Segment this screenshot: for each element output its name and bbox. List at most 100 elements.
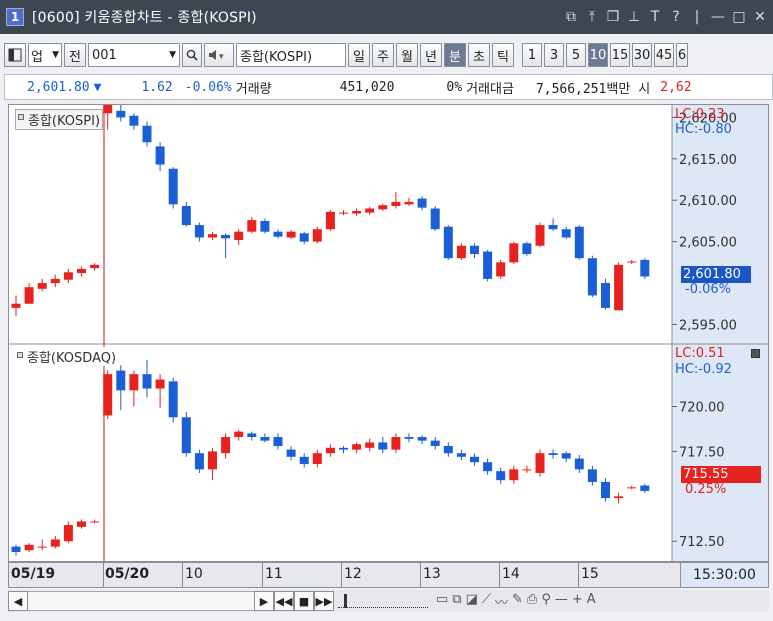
kosdaq-candle-body (77, 521, 86, 527)
kosdaq-candle-body (312, 453, 322, 464)
stock-name-field: 종합(KOSPI) (236, 43, 346, 67)
window-controls: ⧉ ⤒ ❐ ⊥ T ? | — □ ✕ (564, 0, 767, 34)
wave-icon[interactable]: 〰 (495, 592, 508, 611)
kospi-candle-body (299, 233, 309, 242)
kospi-tick-label: 2,595.00 (679, 318, 737, 333)
time-label-14: 14 (502, 566, 520, 582)
kospi-pane-title-text: 종합(KOSPI) (28, 114, 101, 129)
scroll-left-button[interactable]: ◀ (8, 591, 28, 611)
kospi-candle-body (129, 115, 139, 126)
area-chart-icon[interactable]: ◪ (466, 592, 478, 611)
down-arrow-icon: ▼ (93, 79, 102, 95)
chart-area[interactable]: 2,620.00 2,615.00 2,610.00 2,605.00 2,595.00… (8, 104, 769, 562)
print-icon[interactable]: ⎙ (527, 592, 537, 611)
kospi-candle-body (286, 231, 296, 238)
market-select[interactable]: 업 ▼ (28, 43, 62, 67)
kospi-candle-body (11, 303, 21, 308)
kosdaq-candle-body (37, 546, 47, 548)
price-change-pct: -0.06% (184, 79, 232, 95)
interval-45[interactable]: 45 (654, 43, 674, 67)
interval-1[interactable]: 1 (522, 43, 542, 67)
help-icon[interactable]: ? (669, 9, 683, 25)
code-input[interactable]: 001 ▼ (88, 43, 180, 67)
market-all-button[interactable]: 전 (64, 43, 86, 67)
interval-10[interactable]: 10 (588, 43, 608, 67)
speed-slider-handle[interactable] (344, 594, 347, 608)
pin-top-icon[interactable]: ⤒ (585, 9, 599, 25)
interval-5[interactable]: 5 (566, 43, 586, 67)
kosdaq-candle-body (194, 453, 204, 470)
kospi-candle-body (90, 264, 100, 269)
play-button[interactable]: ▶ (254, 591, 274, 611)
open-label: 시 (638, 81, 651, 97)
period-day[interactable]: 일 (348, 43, 370, 67)
kosdaq-candle-body (404, 437, 414, 439)
kospi-candle-body (194, 225, 204, 238)
chart-menu-icon[interactable] (4, 43, 26, 67)
speed-slider[interactable] (338, 594, 428, 608)
kosdaq-last-pct: 0.25% (685, 482, 727, 497)
period-second[interactable]: 초 (468, 43, 490, 67)
pin-icon[interactable]: ⊥ (627, 9, 641, 25)
kosdaq-candle-body (614, 496, 624, 499)
close-button[interactable]: ✕ (753, 9, 767, 25)
search-icon[interactable] (182, 43, 202, 67)
kospi-hc: HC:-0.80 (675, 122, 732, 137)
kospi-candle-body (561, 229, 571, 238)
interval-6[interactable]: 6 (676, 43, 688, 67)
kospi-candle-body (339, 212, 348, 214)
pane-close-icon[interactable] (751, 349, 760, 358)
kosdaq-candle-body (50, 539, 60, 547)
kospi-candle-body (247, 220, 257, 232)
chevron-down-icon: ▼ (52, 50, 59, 60)
font-size-icon[interactable]: T (648, 9, 662, 25)
interval-15[interactable]: 15 (610, 43, 630, 67)
kospi-candle-body (24, 287, 34, 304)
scroll-track[interactable] (28, 591, 254, 611)
kospi-candle-body (640, 259, 650, 277)
stop-button[interactable]: ■ (294, 591, 314, 611)
kosdaq-candle-body (208, 451, 217, 470)
kospi-candles (11, 105, 650, 317)
kosdaq-pane-title[interactable]: 종합(KOSDAQ) (15, 347, 117, 366)
kosdaq-candles (11, 359, 650, 556)
speaker-icon[interactable]: ▾ (204, 43, 234, 67)
trend-line-icon[interactable]: ⟋ (482, 592, 491, 611)
fast-forward-button[interactable]: ▶▶ (314, 591, 334, 611)
period-minute[interactable]: 분 (444, 43, 466, 67)
link-window-icon[interactable]: ⧉ (564, 9, 578, 25)
interval-3[interactable]: 3 (544, 43, 564, 67)
period-year[interactable]: 년 (420, 43, 442, 67)
zoom-in-icon[interactable]: + (572, 592, 583, 611)
text-tool-icon[interactable]: A (587, 592, 596, 611)
rewind-button[interactable]: ◀◀ (274, 591, 294, 611)
kosdaq-candle-body (417, 437, 427, 441)
kosdaq-candle-body (247, 433, 257, 438)
chevron-down-icon: ▼ (169, 50, 176, 60)
chart-canvas[interactable]: 2,620.002,615.002,610.002,605.002,595.00… (9, 105, 768, 561)
kosdaq-candle-body (273, 437, 283, 447)
kospi-pane-title[interactable]: 종합(KOSPI) (15, 109, 104, 130)
time-label-11: 11 (265, 566, 283, 582)
copy-icon[interactable]: ⧉ (452, 592, 461, 611)
zoom-icon[interactable]: ⚲ (541, 592, 551, 611)
interval-30[interactable]: 30 (632, 43, 652, 67)
time-axis-clock: 15:30:00 (680, 563, 768, 587)
kospi-last-price-badge: 2,601.80 (681, 266, 751, 283)
kosdaq-candle-body (221, 437, 231, 454)
period-month[interactable]: 월 (396, 43, 418, 67)
period-week[interactable]: 주 (372, 43, 394, 67)
title-bar: 1 [0600] 키움종합차트 - 종합(KOSPI) ⧉ ⤒ ❐ ⊥ T ? … (0, 0, 773, 34)
kosdaq-candle-body (116, 370, 126, 391)
pencil-icon[interactable]: ✎ (512, 592, 523, 611)
maximize-button[interactable]: □ (732, 9, 746, 25)
time-label-0519: 05/19 (11, 566, 56, 582)
period-tick[interactable]: 틱 (492, 43, 514, 67)
kosdaq-candle-body (142, 374, 152, 389)
kosdaq-candle-body (627, 487, 637, 489)
minimize-button[interactable]: — (711, 9, 725, 25)
restore-layout-icon[interactable]: ❐ (606, 9, 620, 25)
window-layout-icon[interactable]: ▭ (436, 592, 448, 611)
kospi-candle-body (312, 229, 322, 242)
zoom-out-icon[interactable]: — (555, 592, 568, 611)
